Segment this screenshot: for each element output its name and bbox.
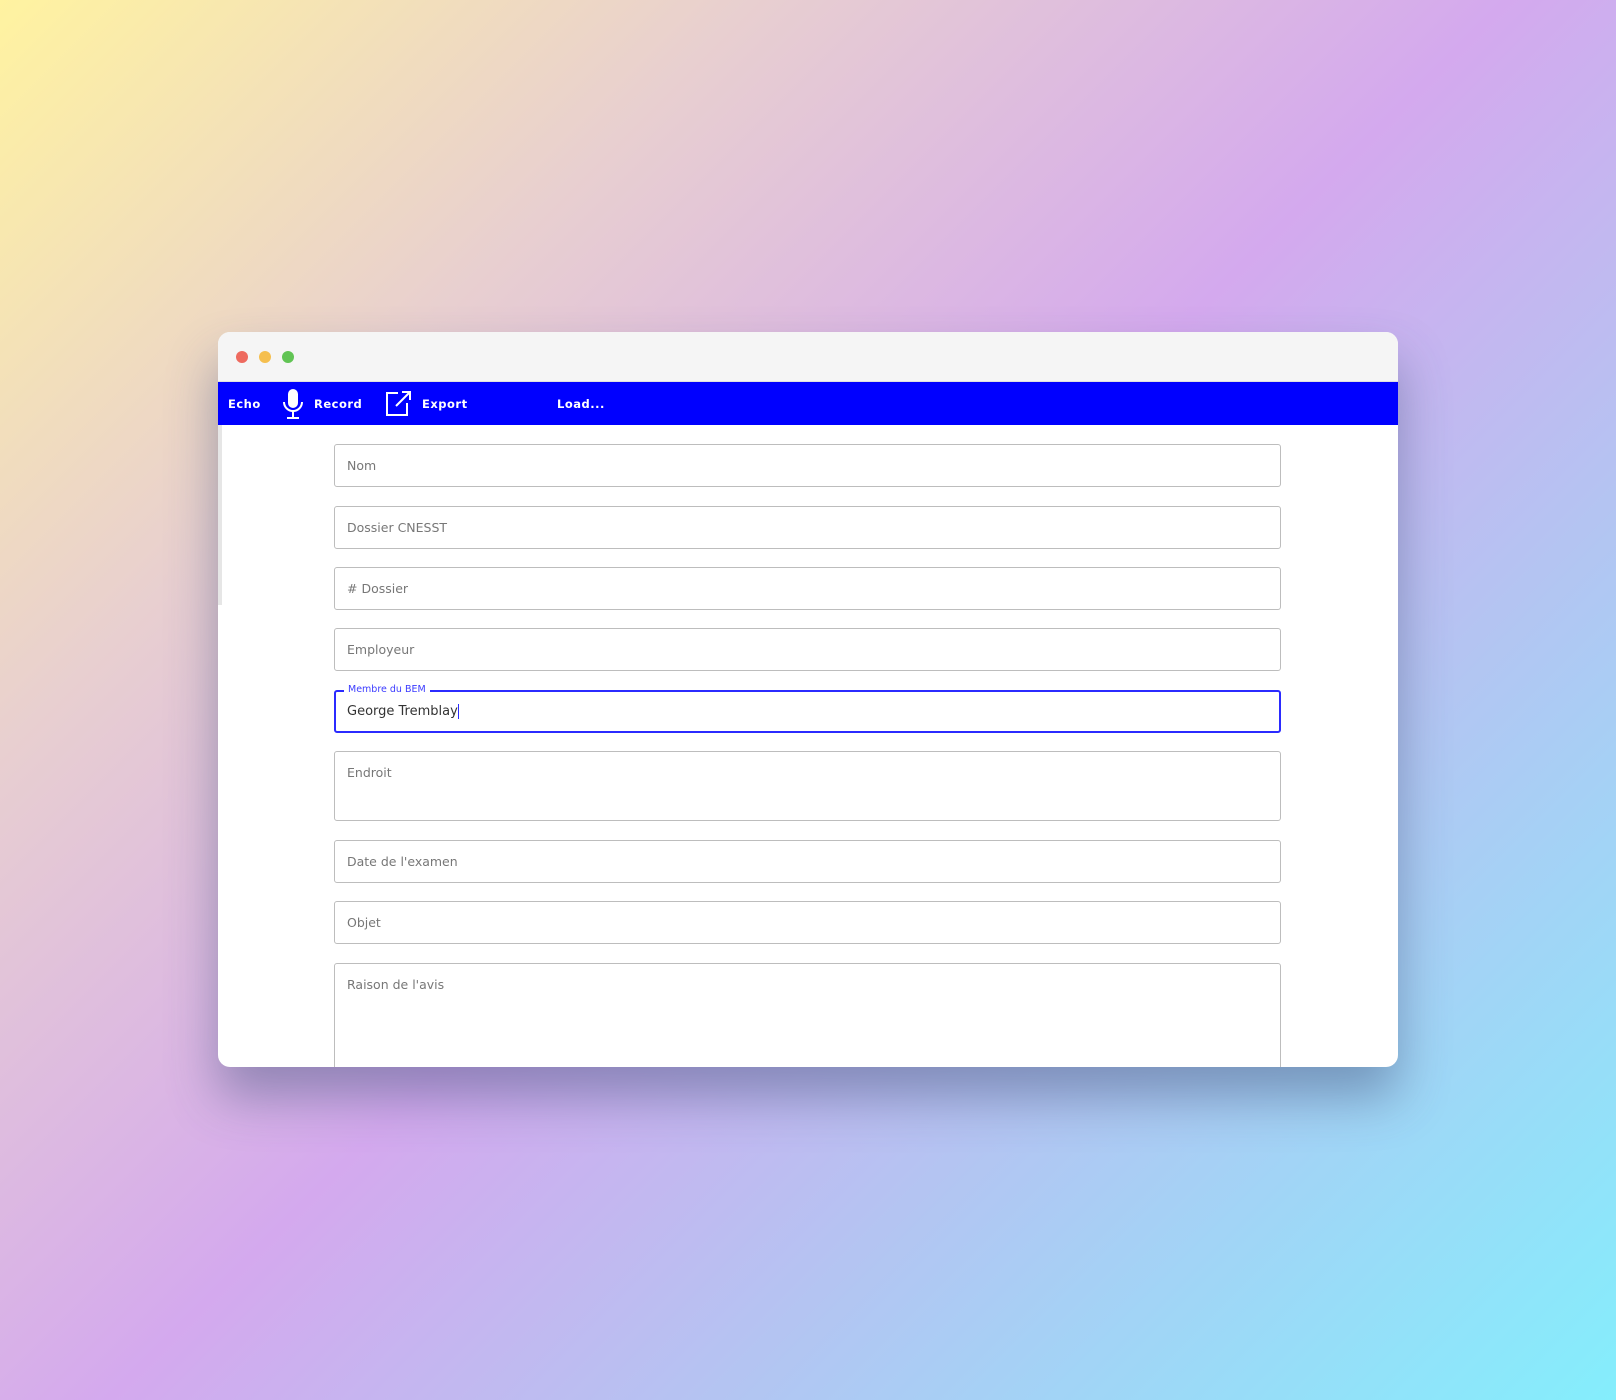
raison-avis-placeholder: Raison de l'avis <box>347 977 445 992</box>
date-examen-placeholder: Date de l'examen <box>347 854 458 869</box>
date-examen-field[interactable]: Date de l'examen <box>334 840 1281 883</box>
app-name-label: Echo <box>228 396 261 411</box>
close-button[interactable] <box>236 351 248 363</box>
app-window: Echo Record Export Load... Nom Dossier C… <box>218 332 1398 1067</box>
membre-bem-label: Membre du BEM <box>344 684 430 695</box>
dossier-cnesst-field[interactable]: Dossier CNESST <box>334 506 1281 549</box>
minimize-button[interactable] <box>259 351 271 363</box>
objet-field[interactable]: Objet <box>334 901 1281 944</box>
record-label: Record <box>314 396 363 411</box>
app-name: Echo <box>228 397 261 411</box>
load-button[interactable]: Load... <box>557 397 605 411</box>
microphone-icon <box>283 388 303 419</box>
membre-bem-field[interactable]: Membre du BEM George Tremblay <box>334 684 1281 733</box>
form-content: Nom Dossier CNESST # Dossier Employeur M… <box>218 425 1398 1067</box>
nom-field[interactable]: Nom <box>334 444 1281 487</box>
employeur-field[interactable]: Employeur <box>334 628 1281 671</box>
dossier-cnesst-placeholder: Dossier CNESST <box>347 520 448 535</box>
zoom-button[interactable] <box>282 351 294 363</box>
toolbar: Echo Record Export Load... <box>218 382 1398 425</box>
endroit-placeholder: Endroit <box>347 765 392 780</box>
num-dossier-placeholder: # Dossier <box>347 581 409 596</box>
record-button[interactable]: Record <box>282 388 362 420</box>
export-label: Export <box>422 396 468 411</box>
load-label: Load... <box>557 396 605 411</box>
text-caret <box>457 704 459 719</box>
export-button[interactable]: Export <box>384 390 468 418</box>
export-icon <box>386 390 411 416</box>
endroit-field[interactable]: Endroit <box>334 751 1281 821</box>
employeur-placeholder: Employeur <box>347 642 415 657</box>
membre-bem-value: George Tremblay <box>347 704 458 719</box>
raison-avis-field[interactable]: Raison de l'avis <box>334 963 1281 1067</box>
scrollbar[interactable] <box>218 425 222 605</box>
num-dossier-field[interactable]: # Dossier <box>334 567 1281 610</box>
title-bar <box>218 332 1398 382</box>
nom-placeholder: Nom <box>347 458 377 473</box>
objet-placeholder: Objet <box>347 915 381 930</box>
